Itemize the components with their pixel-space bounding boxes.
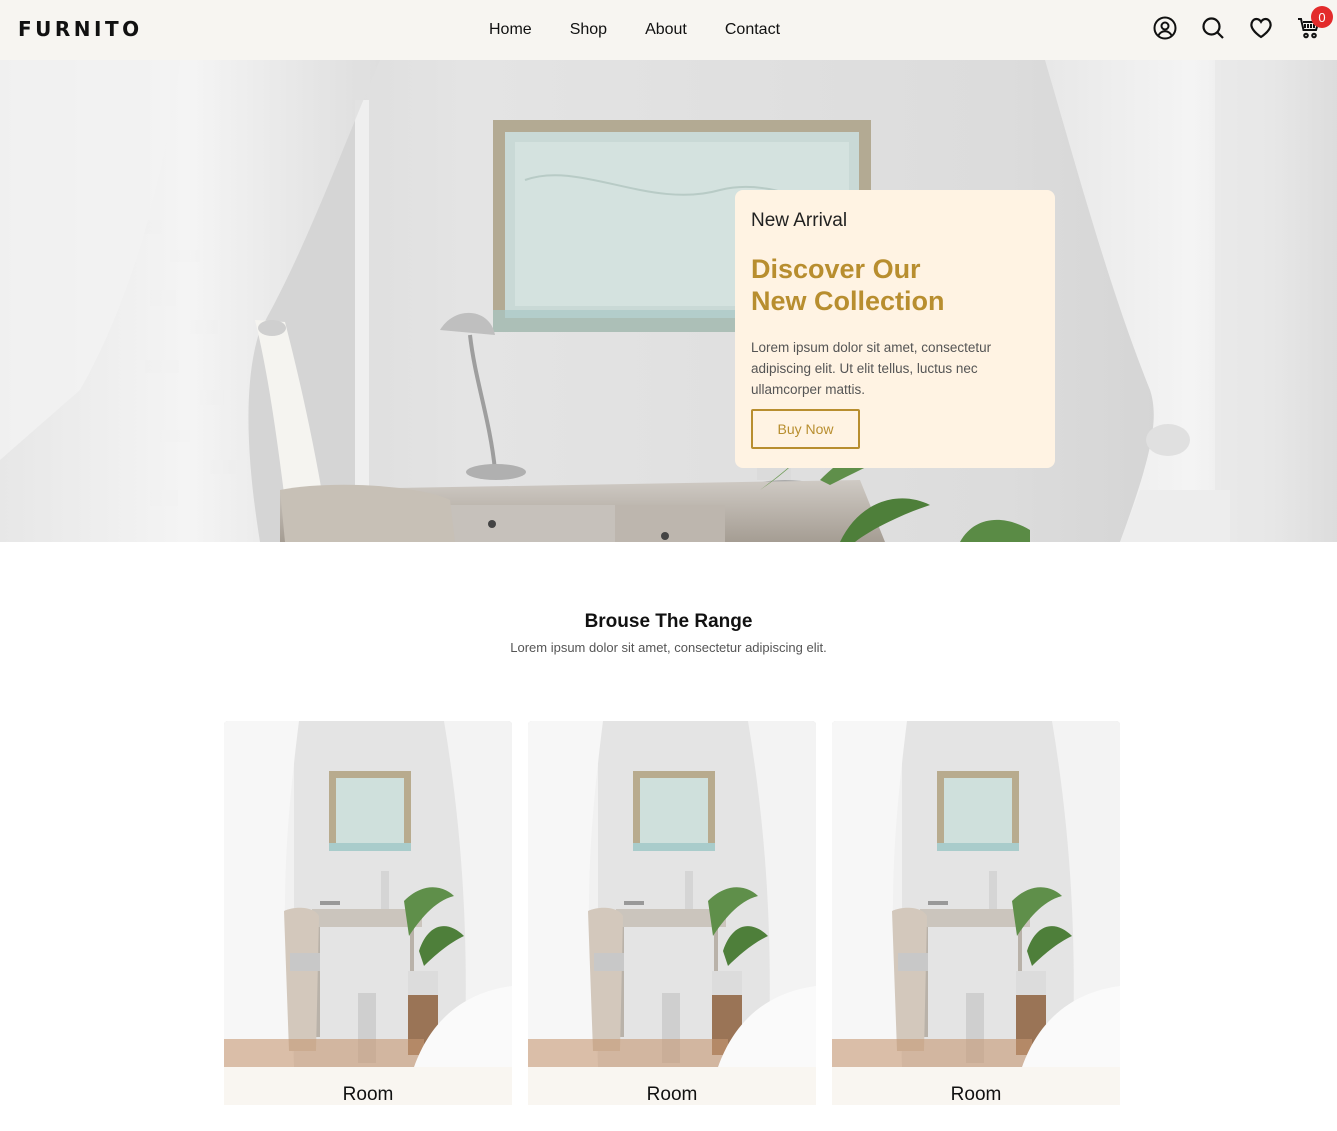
room-image xyxy=(528,721,816,1067)
range-card[interactable]: Room xyxy=(224,721,512,1105)
nav-home-link[interactable]: Home xyxy=(489,21,532,39)
range-subtitle: Lorem ipsum dolor sit amet, consectetur … xyxy=(510,640,827,655)
promo-description: Lorem ipsum dolor sit amet, consectetur … xyxy=(751,340,992,397)
hero-room-image xyxy=(0,60,1337,542)
site-header: FURNITO Home Shop About Contact 0 xyxy=(0,0,1337,60)
card-label: Room xyxy=(224,1067,512,1105)
promo-headline: Discover Our New Collection xyxy=(751,253,1039,317)
cart-icon[interactable]: 0 xyxy=(1297,6,1333,42)
hero-banner: New Arrival Discover Our New Collection … xyxy=(0,60,1337,542)
heart-icon[interactable] xyxy=(1249,14,1273,42)
room-image xyxy=(224,721,512,1067)
promo-headline-text: Discover Our New Collection xyxy=(751,254,945,316)
user-circle-icon[interactable] xyxy=(1153,14,1177,42)
card-label: Room xyxy=(832,1067,1120,1105)
range-cards: Room Room Room xyxy=(224,721,1120,1105)
nav-shop-link[interactable]: Shop xyxy=(570,21,607,39)
header-icons: 0 xyxy=(1153,6,1333,42)
nav-contact-link[interactable]: Contact xyxy=(725,21,780,39)
room-image xyxy=(832,721,1120,1067)
range-card[interactable]: Room xyxy=(832,721,1120,1105)
buy-now-button[interactable]: Buy Now xyxy=(751,409,860,449)
range-card[interactable]: Room xyxy=(528,721,816,1105)
search-icon[interactable] xyxy=(1201,14,1225,42)
brand-logo[interactable]: FURNITO xyxy=(18,17,143,41)
promo-kicker: New Arrival xyxy=(751,210,848,231)
cart-count-badge: 0 xyxy=(1311,6,1333,28)
new-arrival-panel: New Arrival Discover Our New Collection … xyxy=(735,190,1055,468)
card-label: Room xyxy=(528,1067,816,1105)
nav-about-link[interactable]: About xyxy=(645,21,687,39)
main-nav: Home Shop About Contact xyxy=(470,0,799,60)
range-title: Brouse The Range xyxy=(584,611,753,632)
